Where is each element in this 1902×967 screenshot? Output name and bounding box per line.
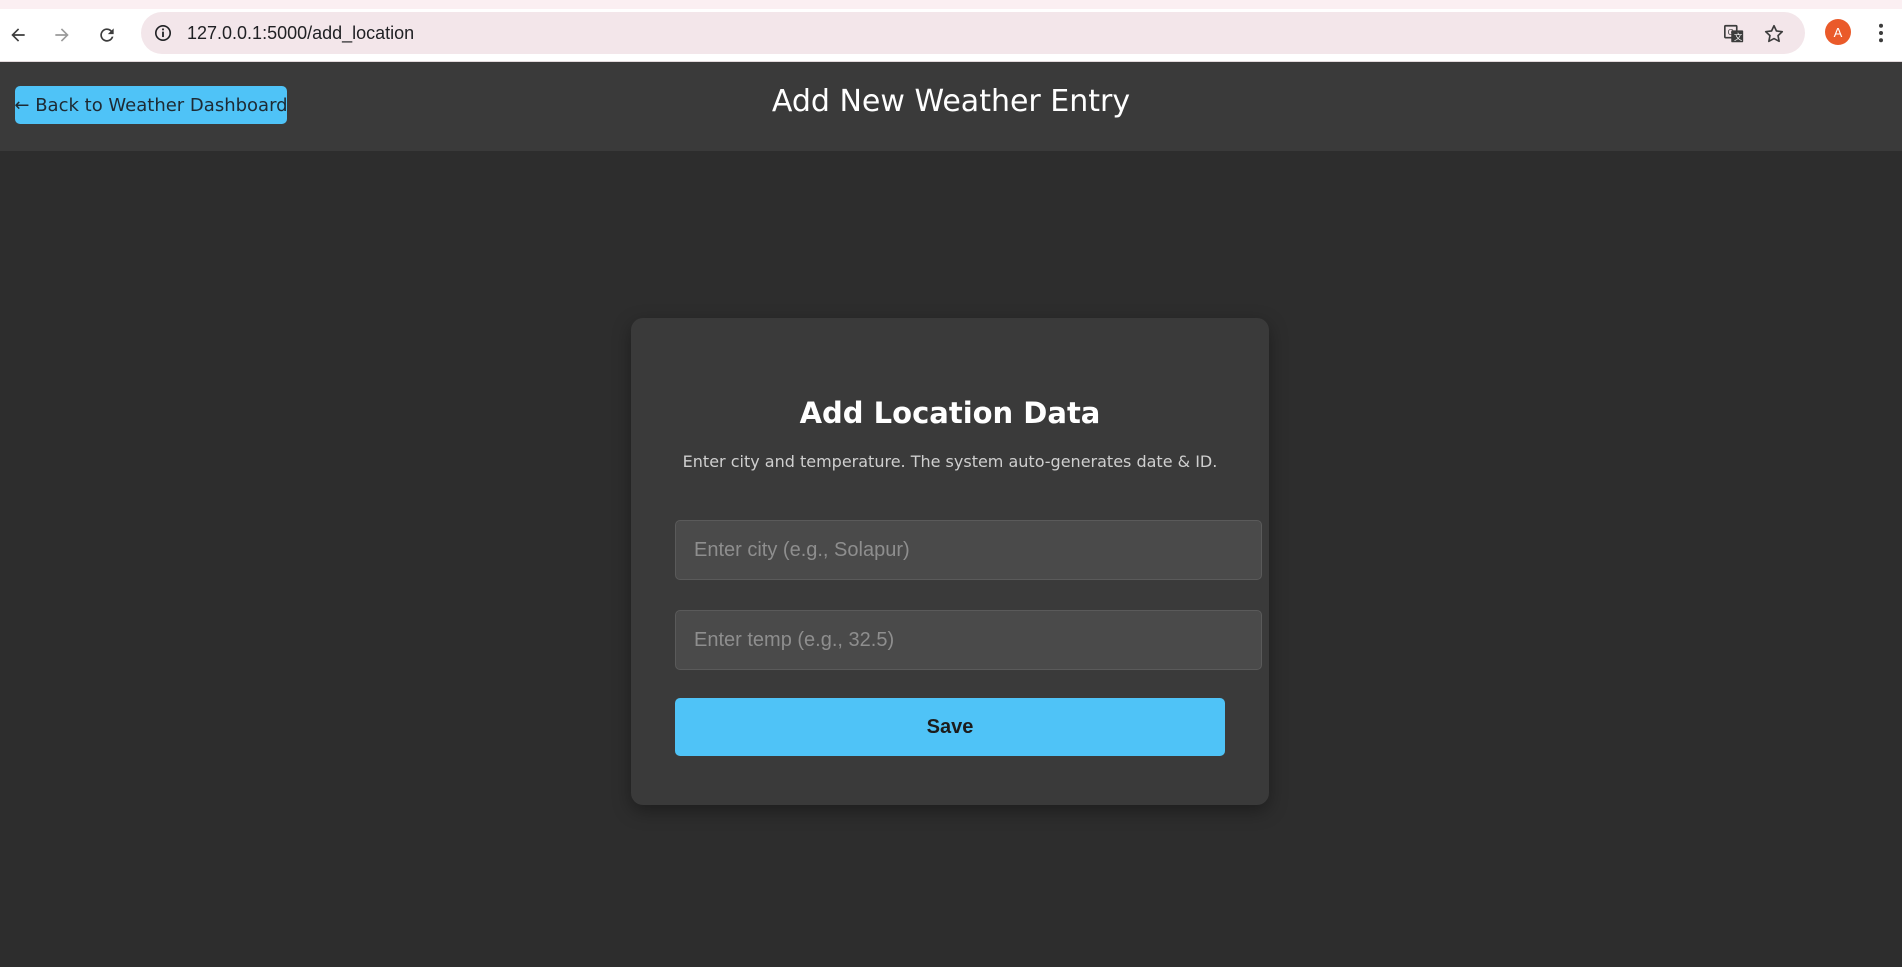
- page-title: Add New Weather Entry: [771, 84, 1131, 119]
- page-header: ← Back to Weather Dashboard Add New Weat…: [0, 62, 1902, 151]
- form-subtitle: Enter city and temperature. The system a…: [682, 452, 1218, 471]
- tab-strip: [0, 0, 1902, 9]
- profile-avatar[interactable]: A: [1825, 19, 1851, 45]
- temperature-input[interactable]: [675, 610, 1262, 670]
- address-bar[interactable]: 127.0.0.1:5000/add_location G文: [141, 12, 1805, 54]
- kebab-menu-icon[interactable]: [1870, 21, 1892, 45]
- svg-text:文: 文: [1734, 32, 1742, 42]
- save-button[interactable]: Save: [675, 698, 1225, 756]
- back-arrow-icon[interactable]: [6, 23, 30, 47]
- reload-icon[interactable]: [95, 23, 119, 47]
- browser-toolbar: 127.0.0.1:5000/add_location G文 A: [0, 9, 1902, 62]
- address-url[interactable]: 127.0.0.1:5000/add_location: [187, 23, 414, 44]
- forward-arrow-icon[interactable]: [50, 23, 74, 47]
- bookmark-star-icon[interactable]: [1762, 22, 1786, 46]
- add-location-card: Add Location Data Enter city and tempera…: [631, 318, 1269, 805]
- form-title: Add Location Data: [799, 396, 1101, 430]
- translate-icon[interactable]: G文: [1722, 22, 1746, 46]
- city-input[interactable]: [675, 520, 1262, 580]
- site-info-icon[interactable]: [153, 23, 173, 43]
